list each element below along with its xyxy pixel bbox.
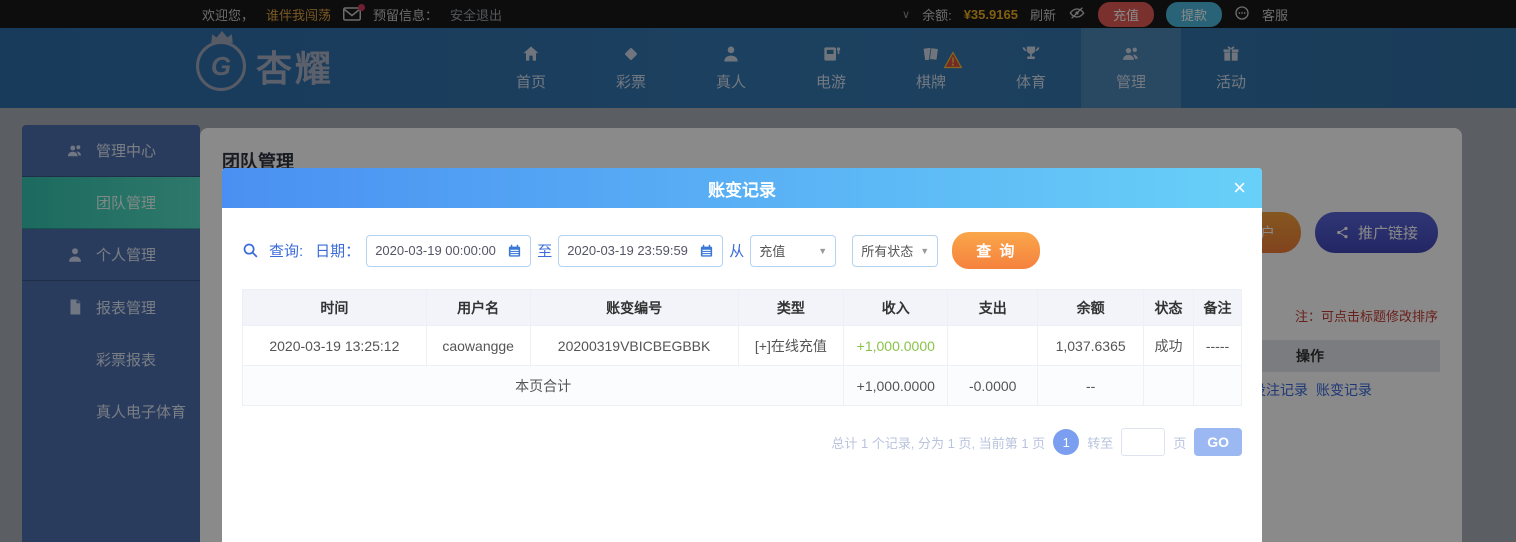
date-to-wrap: [558, 235, 723, 267]
goto-label: 转至: [1087, 433, 1113, 452]
caret-down-icon: ▼: [818, 246, 827, 256]
account-change-modal: 账变记录 × 查询: 日期： 至 从 充值 ▼ 所有状态 ▼ 查 询: [222, 168, 1262, 542]
cell-expense: [948, 326, 1038, 366]
caret-down-icon: ▼: [920, 246, 929, 256]
col-header-balance[interactable]: 余额: [1038, 290, 1144, 326]
search-button[interactable]: 查 询: [952, 232, 1040, 269]
status-select-value: 所有状态: [861, 241, 913, 260]
table-row: 2020-03-19 13:25:12 caowangge 20200319VB…: [243, 326, 1242, 366]
cell-status: 成功: [1144, 326, 1194, 366]
status-select[interactable]: 所有状态 ▼: [852, 235, 938, 267]
query-toolbar: 查询: 日期： 至 从 充值 ▼ 所有状态 ▼ 查 询: [242, 232, 1242, 269]
cell-serial: 20200319VBICBEGBBK: [530, 326, 738, 366]
account-change-table: 时间 用户名 账变编号 类型 收入 支出 余额 状态 备注 2020-03-19…: [242, 289, 1242, 406]
type-select[interactable]: 充值 ▼: [750, 235, 836, 267]
date-from-input[interactable]: [375, 243, 501, 258]
page-unit-label: 页: [1173, 433, 1186, 452]
summary-row: 本页合计 +1,000.0000 -0.0000 --: [243, 366, 1242, 406]
from-label: 从: [729, 240, 744, 261]
date-from-wrap: [366, 235, 531, 267]
go-button[interactable]: GO: [1194, 428, 1242, 456]
summary-status: [1144, 366, 1194, 406]
close-icon[interactable]: ×: [1233, 177, 1246, 199]
goto-page-input[interactable]: [1121, 428, 1165, 456]
cell-user: caowangge: [426, 326, 530, 366]
col-header-income[interactable]: 收入: [844, 290, 948, 326]
summary-balance: --: [1038, 366, 1144, 406]
col-header-time[interactable]: 时间: [243, 290, 427, 326]
summary-label: 本页合计: [243, 366, 844, 406]
cell-balance: 1,037.6365: [1038, 326, 1144, 366]
col-header-status[interactable]: 状态: [1144, 290, 1194, 326]
cell-time: 2020-03-19 13:25:12: [243, 326, 427, 366]
summary-income: +1,000.0000: [844, 366, 948, 406]
cell-remark: -----: [1194, 326, 1242, 366]
search-icon: [242, 242, 259, 259]
cell-type: [+]在线充值: [738, 326, 844, 366]
pagination: 总计 1 个记录, 分为 1 页, 当前第 1 页 1 转至 页 GO: [242, 428, 1242, 456]
to-label: 至: [537, 240, 552, 261]
date-label: 日期：: [315, 240, 360, 261]
modal-title: 账变记录: [708, 176, 776, 201]
type-select-value: 充值: [759, 241, 785, 260]
col-header-user[interactable]: 用户名: [426, 290, 530, 326]
col-header-expense[interactable]: 支出: [948, 290, 1038, 326]
col-header-serial[interactable]: 账变编号: [530, 290, 738, 326]
pagination-info: 总计 1 个记录, 分为 1 页, 当前第 1 页: [831, 433, 1045, 452]
col-header-type[interactable]: 类型: [738, 290, 844, 326]
table-header-row: 时间 用户名 账变编号 类型 收入 支出 余额 状态 备注: [243, 290, 1242, 326]
modal-header: 账变记录 ×: [222, 168, 1262, 208]
summary-remark: [1194, 366, 1242, 406]
date-to-input[interactable]: [567, 243, 693, 258]
summary-expense: -0.0000: [948, 366, 1038, 406]
page-number-button[interactable]: 1: [1053, 429, 1079, 455]
query-label: 查询:: [269, 240, 303, 261]
cell-income: +1,000.0000: [844, 326, 948, 366]
col-header-remark[interactable]: 备注: [1194, 290, 1242, 326]
calendar-icon[interactable]: [699, 243, 714, 259]
calendar-icon[interactable]: [507, 243, 522, 259]
